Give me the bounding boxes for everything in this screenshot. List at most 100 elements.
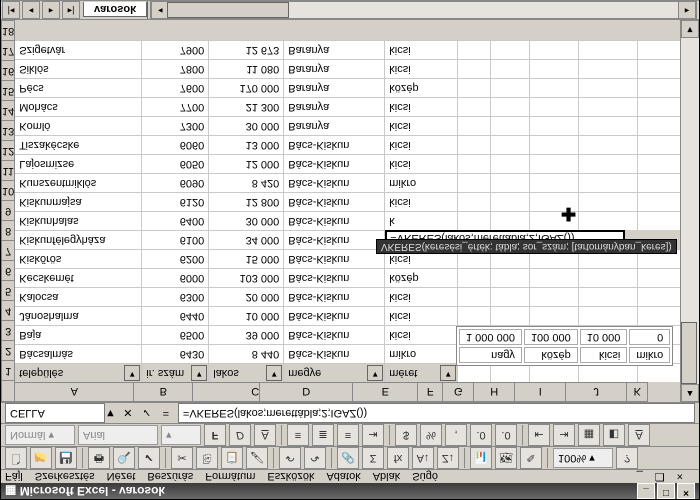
- cell[interactable]: [458, 173, 491, 192]
- cell[interactable]: Baranya: [284, 59, 385, 78]
- maximize-button[interactable]: □: [657, 483, 675, 499]
- new-button[interactable]: 🗋: [5, 447, 27, 469]
- menu-view[interactable]: Nézet: [107, 471, 136, 483]
- cell[interactable]: 12 673: [209, 40, 284, 59]
- cell[interactable]: [579, 268, 638, 287]
- cell[interactable]: [491, 116, 530, 135]
- cell[interactable]: [458, 268, 491, 287]
- cell[interactable]: [458, 192, 491, 211]
- cell[interactable]: Bács-Kiskun: [284, 230, 385, 249]
- cell[interactable]: [491, 287, 530, 306]
- row-header-16[interactable]: 16: [1, 60, 15, 80]
- col-header-J[interactable]: J: [566, 382, 627, 402]
- print-button[interactable]: 🖶: [88, 447, 110, 469]
- chart-button[interactable]: 📊: [470, 447, 492, 469]
- cell[interactable]: 7300: [142, 116, 209, 135]
- drawing-button[interactable]: ✎: [520, 447, 542, 469]
- row-header-6[interactable]: 6: [1, 260, 15, 280]
- cell[interactable]: Bács-Kiskun: [284, 173, 385, 192]
- cell[interactable]: [491, 154, 530, 173]
- enter-formula-button[interactable]: ✓: [139, 407, 155, 420]
- cell[interactable]: Bács-Kiskun: [284, 306, 385, 325]
- cell[interactable]: Pécs: [15, 78, 142, 97]
- tab-last-button[interactable]: ▸|: [62, 1, 80, 19]
- cell[interactable]: [579, 173, 638, 192]
- cell[interactable]: 30 000: [209, 116, 284, 135]
- cell[interactable]: Bács-Kiskun: [284, 192, 385, 211]
- cell[interactable]: kicsi: [385, 192, 458, 211]
- row-header-15[interactable]: 15: [1, 80, 15, 100]
- row-header-2[interactable]: 2: [1, 340, 15, 360]
- cell[interactable]: 6050: [142, 154, 209, 173]
- cell[interactable]: 13 000: [209, 135, 284, 154]
- scroll-right-button[interactable]: ▸: [678, 1, 696, 19]
- cell[interactable]: [579, 306, 638, 325]
- equals-button[interactable]: =: [158, 407, 174, 419]
- header-cell-C[interactable]: lakos▼: [209, 363, 284, 382]
- cell[interactable]: [530, 97, 579, 116]
- cell[interactable]: 6430: [142, 344, 209, 363]
- cell[interactable]: 6120: [142, 192, 209, 211]
- h-scrollbar-thumb[interactable]: [167, 2, 289, 18]
- autosum-button[interactable]: Σ: [362, 447, 384, 469]
- header-cell-D[interactable]: megye▼: [284, 363, 385, 382]
- cell[interactable]: Baranya: [284, 116, 385, 135]
- tab-prev-button[interactable]: ◂: [22, 1, 40, 19]
- cell[interactable]: Kiskunhalas: [15, 211, 142, 230]
- cell[interactable]: Kecskemét: [15, 268, 142, 287]
- cell[interactable]: [530, 287, 579, 306]
- cell[interactable]: Kiskunfélegyháza: [15, 230, 142, 249]
- cell[interactable]: [579, 40, 638, 59]
- cell[interactable]: [579, 116, 638, 135]
- col-header-F[interactable]: F: [418, 382, 443, 402]
- doc-minimize-button[interactable]: _: [637, 471, 643, 483]
- cell[interactable]: [458, 40, 491, 59]
- style-select[interactable]: Normál ▾: [5, 425, 75, 445]
- spell-button[interactable]: ✔: [138, 447, 160, 469]
- cell[interactable]: 6000: [142, 268, 209, 287]
- row-header-5[interactable]: 5: [1, 280, 15, 300]
- filter-dropdown-D[interactable]: ▼: [367, 365, 383, 381]
- horizontal-scrollbar[interactable]: ◂ ▸: [150, 1, 697, 19]
- open-button[interactable]: 📂: [30, 447, 52, 469]
- cell[interactable]: [638, 173, 680, 192]
- cell[interactable]: Kunszentmiklós: [15, 173, 142, 192]
- cell[interactable]: Bács-Kiskun: [284, 344, 385, 363]
- cell[interactable]: Kiskőrös: [15, 249, 142, 268]
- cell[interactable]: [579, 78, 638, 97]
- cell[interactable]: 39 000: [209, 325, 284, 344]
- dec-indent-button[interactable]: ⇤: [528, 424, 550, 446]
- cell[interactable]: Baranya: [284, 40, 385, 59]
- cell[interactable]: 15 000: [209, 249, 284, 268]
- row-header-4[interactable]: 4: [1, 300, 15, 320]
- cell[interactable]: [458, 59, 491, 78]
- cell[interactable]: [491, 173, 530, 192]
- row-header-3[interactable]: 3: [1, 320, 15, 340]
- doc-close-button[interactable]: ×: [677, 471, 683, 483]
- menu-data[interactable]: Adatok: [326, 471, 360, 483]
- header-cell-B[interactable]: ir. szám▼: [142, 363, 209, 382]
- cell[interactable]: [491, 192, 530, 211]
- function-button[interactable]: fx: [387, 447, 409, 469]
- cell[interactable]: 7700: [142, 97, 209, 116]
- fill-color-button[interactable]: ◧: [603, 424, 625, 446]
- cell[interactable]: Bács-Kiskun: [284, 154, 385, 173]
- percent-button[interactable]: %: [420, 424, 442, 446]
- cell[interactable]: [638, 287, 680, 306]
- currency-button[interactable]: $: [395, 424, 417, 446]
- cell[interactable]: [530, 154, 579, 173]
- align-right-button[interactable]: ≡: [337, 424, 359, 446]
- cell[interactable]: 6500: [142, 325, 209, 344]
- cell[interactable]: 6200: [142, 249, 209, 268]
- row-header-8[interactable]: 8: [1, 220, 15, 240]
- cell[interactable]: Bácsalmás: [15, 344, 142, 363]
- cell[interactable]: kicsi: [385, 306, 458, 325]
- map-button[interactable]: 🗺: [495, 447, 517, 469]
- header-cell-A[interactable]: település▼: [15, 363, 142, 382]
- row-header-17[interactable]: 17: [1, 40, 15, 60]
- font-color-button[interactable]: A: [628, 424, 650, 446]
- cell[interactable]: Szigetvár: [15, 40, 142, 59]
- cell[interactable]: 170 000: [209, 78, 284, 97]
- tab-next-button[interactable]: ▸: [42, 1, 60, 19]
- cell[interactable]: kicsi: [385, 97, 458, 116]
